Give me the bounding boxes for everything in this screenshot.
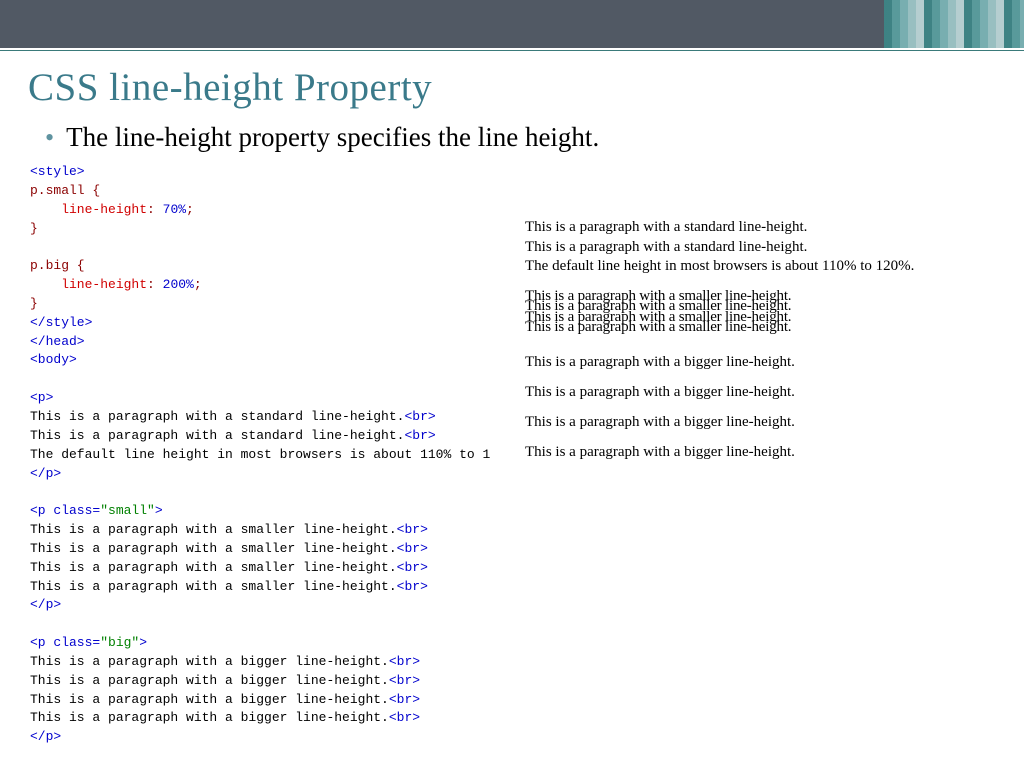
code-token: :: [147, 277, 163, 292]
code-token: </style>: [30, 315, 92, 330]
output-line: This is a paragraph with a bigger line-h…: [525, 354, 795, 370]
code-token: <br>: [397, 560, 428, 575]
code-token: line-height: [30, 202, 147, 217]
code-token: <body>: [30, 352, 77, 367]
bullet-text: The line-height property specifies the l…: [66, 122, 599, 153]
code-token: <br>: [389, 673, 420, 688]
output-line: The default line height in most browsers…: [525, 258, 914, 274]
code-token: :: [147, 202, 163, 217]
output-line: This is a paragraph with a standard line…: [525, 239, 807, 255]
code-token: "big": [100, 635, 139, 650]
code-token: The default line height in most browsers…: [30, 447, 490, 462]
code-token: }: [30, 296, 38, 311]
code-token: <br>: [404, 409, 435, 424]
code-token: <p class=: [30, 635, 100, 650]
code-token: 200%: [163, 277, 194, 292]
code-token: This is a paragraph with a bigger line-h…: [30, 673, 389, 688]
code-token: p.big {: [30, 258, 85, 273]
code-token: This is a paragraph with a smaller line-…: [30, 579, 397, 594]
code-token: <style>: [30, 164, 85, 179]
code-token: </p>: [30, 466, 61, 481]
code-token: </p>: [30, 729, 61, 744]
code-token: <br>: [397, 522, 428, 537]
output-line: This is a paragraph with a smaller line-…: [525, 319, 791, 335]
code-token: >: [139, 635, 147, 650]
content-area: <style> p.small { line-height: 70%; } p.…: [0, 163, 1024, 747]
code-token: This is a paragraph with a bigger line-h…: [30, 692, 389, 707]
output-line: This is a paragraph with a bigger line-h…: [525, 444, 795, 460]
code-token: <br>: [389, 710, 420, 725]
code-token: <p>: [30, 390, 53, 405]
output-paragraph-standard: This is a paragraph with a standard line…: [525, 218, 994, 277]
code-token: <p class=: [30, 503, 100, 518]
code-token: <br>: [389, 692, 420, 707]
code-token: </p>: [30, 597, 61, 612]
code-token: This is a paragraph with a smaller line-…: [30, 522, 397, 537]
code-token: line-height: [30, 277, 147, 292]
output-line: This is a paragraph with a standard line…: [525, 219, 807, 235]
slide-header-bar: [0, 0, 1024, 50]
code-token: This is a paragraph with a standard line…: [30, 428, 404, 443]
code-token: <br>: [389, 654, 420, 669]
code-example: <style> p.small { line-height: 70%; } p.…: [30, 163, 525, 747]
code-token: This is a paragraph with a bigger line-h…: [30, 710, 389, 725]
output-line: This is a paragraph with a bigger line-h…: [525, 414, 795, 430]
output-paragraph-big: This is a paragraph with a bigger line-h…: [525, 347, 994, 467]
code-token: <br>: [397, 579, 428, 594]
code-token: This is a paragraph with a standard line…: [30, 409, 404, 424]
bullet-icon: •: [45, 125, 54, 151]
rendered-output: This is a paragraph with a standard line…: [525, 163, 994, 747]
code-token: }: [30, 221, 38, 236]
code-token: This is a paragraph with a smaller line-…: [30, 541, 397, 556]
code-token: This is a paragraph with a smaller line-…: [30, 560, 397, 575]
code-token: "small": [100, 503, 155, 518]
output-paragraph-small: This is a paragraph with a smaller line-…: [525, 291, 994, 333]
code-token: ;: [186, 202, 194, 217]
code-token: <br>: [404, 428, 435, 443]
code-token: <br>: [397, 541, 428, 556]
code-token: >: [155, 503, 163, 518]
code-token: This is a paragraph with a bigger line-h…: [30, 654, 389, 669]
code-token: p.small {: [30, 183, 100, 198]
output-line: This is a paragraph with a bigger line-h…: [525, 384, 795, 400]
code-token: 70%: [163, 202, 186, 217]
code-token: </head>: [30, 334, 85, 349]
slide-title: CSS line-height Property: [0, 51, 1024, 120]
code-token: ;: [194, 277, 202, 292]
bullet-item: • The line-height property specifies the…: [0, 120, 1024, 163]
